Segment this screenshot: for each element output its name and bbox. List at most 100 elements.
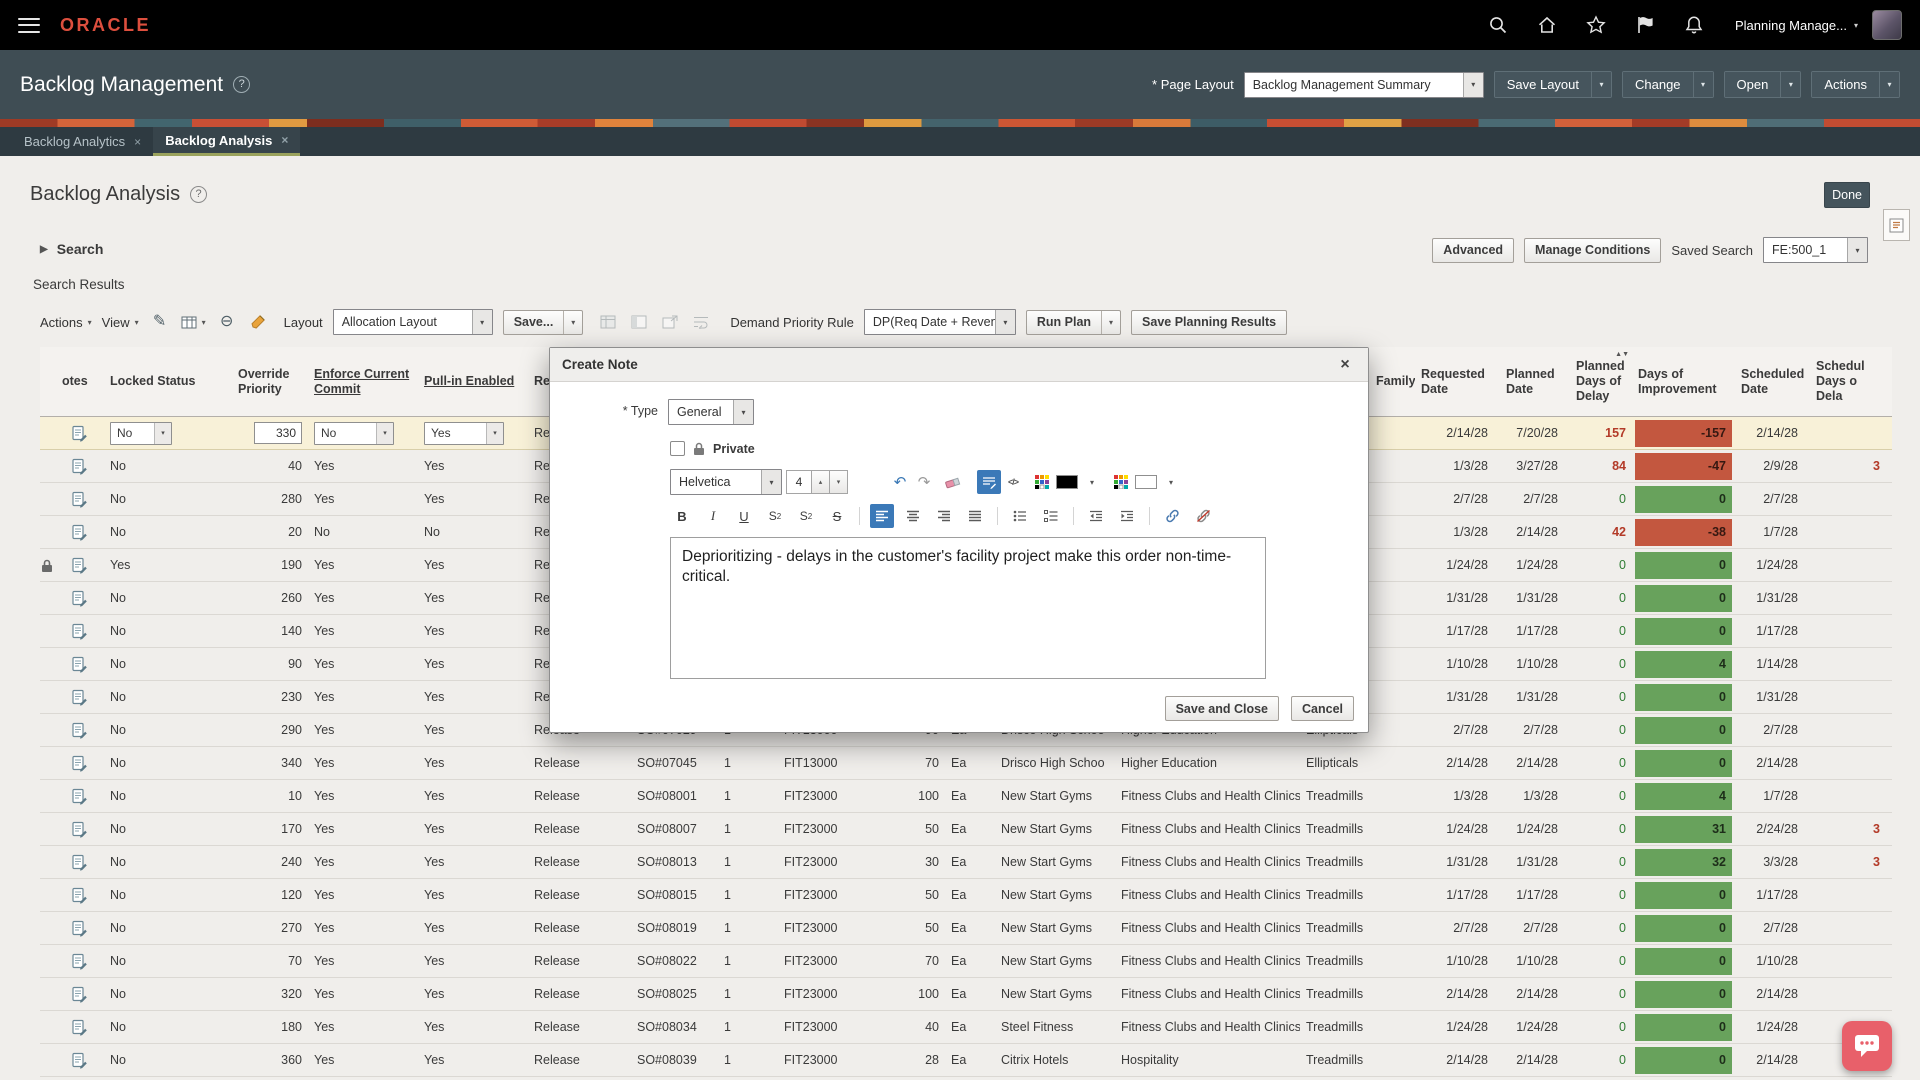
align-justify-button[interactable]	[963, 504, 987, 528]
search-icon[interactable]	[1487, 14, 1509, 36]
column-header-enforce[interactable]: Enforce Current Commit	[308, 347, 418, 416]
redo-button[interactable]: ↷	[912, 470, 936, 494]
background-color-swatch[interactable]	[1135, 475, 1157, 489]
format-columns-menu[interactable]: ▾	[181, 316, 206, 329]
remove-formatting-button[interactable]	[941, 470, 965, 494]
type-select[interactable]: General ▾	[668, 399, 754, 425]
note-icon[interactable]	[72, 590, 88, 607]
note-icon[interactable]	[72, 986, 88, 1003]
change-button[interactable]: Change ▾	[1622, 71, 1714, 98]
pull-in-select[interactable]: Yes▾	[424, 422, 504, 445]
italic-button[interactable]: I	[701, 504, 725, 528]
tab-backlog-analysis[interactable]: Backlog Analysis ×	[153, 127, 300, 156]
background-color-button[interactable]	[1109, 470, 1133, 494]
highlighter-icon[interactable]	[248, 311, 270, 333]
open-button[interactable]: Open ▾	[1724, 71, 1802, 98]
strikethrough-button[interactable]: S	[825, 504, 849, 528]
done-button[interactable]: Done	[1824, 182, 1870, 208]
table-row[interactable]: No70YesYesReleaseSO#080221FIT2300070EaNe…	[40, 945, 1892, 978]
bullet-list-button[interactable]	[1008, 504, 1032, 528]
table-row[interactable]: No170YesYesReleaseSO#080071FIT2300050EaN…	[40, 813, 1892, 846]
override-priority-input[interactable]	[254, 422, 302, 444]
underline-button[interactable]: U	[732, 504, 756, 528]
table-row[interactable]: No270YesYesReleaseSO#080191FIT2300050EaN…	[40, 912, 1892, 945]
note-icon[interactable]	[72, 656, 88, 673]
font-color-swatch[interactable]	[1056, 475, 1078, 489]
chevron-down-icon[interactable]: ▾	[1101, 311, 1120, 334]
user-menu[interactable]: Planning Manage... ▾	[1735, 18, 1858, 33]
locked-status-select[interactable]: No▾	[110, 422, 172, 445]
note-icon[interactable]	[72, 623, 88, 640]
note-icon[interactable]	[72, 557, 88, 574]
numbered-list-button[interactable]	[1039, 504, 1063, 528]
avatar[interactable]	[1872, 10, 1902, 40]
help-icon[interactable]: ?	[190, 186, 207, 203]
chevron-down-icon[interactable]: ▾	[1693, 72, 1713, 97]
note-icon[interactable]	[72, 953, 88, 970]
chat-button[interactable]	[1842, 1021, 1892, 1071]
align-center-button[interactable]	[901, 504, 925, 528]
manage-conditions-button[interactable]: Manage Conditions	[1524, 238, 1661, 263]
close-icon[interactable]: ×	[134, 135, 141, 149]
chevron-down-icon[interactable]: ▾	[1780, 72, 1800, 97]
note-icon[interactable]	[72, 755, 88, 772]
table-row[interactable]: No360YesYesReleaseSO#080391FIT2300028EaC…	[40, 1044, 1892, 1077]
actions-menu[interactable]: Actions ▾	[40, 315, 92, 330]
background-color-menu-button[interactable]: ▾	[1159, 470, 1183, 494]
table-row[interactable]: No120YesYesReleaseSO#080151FIT2300050EaN…	[40, 879, 1892, 912]
save-split-button[interactable]: Save... ▾	[503, 310, 584, 335]
note-icon[interactable]	[72, 458, 88, 475]
help-icon[interactable]: ?	[233, 76, 250, 93]
disclosure-icon[interactable]: ▶	[40, 244, 48, 255]
column-header-pullin[interactable]: Pull-in Enabled	[418, 347, 528, 416]
note-icon[interactable]	[72, 524, 88, 541]
note-icon[interactable]	[72, 788, 88, 805]
flag-icon[interactable]	[1634, 14, 1656, 36]
font-color-menu-button[interactable]: ▾	[1080, 470, 1104, 494]
search-section-header[interactable]: ▶ Search	[40, 241, 103, 257]
home-icon[interactable]	[1536, 14, 1558, 36]
notifications-icon[interactable]	[1683, 14, 1705, 36]
save-and-close-button[interactable]: Save and Close	[1165, 696, 1279, 721]
advanced-button[interactable]: Advanced	[1432, 238, 1514, 263]
sort-icon[interactable]: ▲▼	[1615, 351, 1629, 358]
enforce-commit-select[interactable]: No▾	[314, 422, 394, 445]
remove-link-button[interactable]	[1191, 504, 1215, 528]
menu-icon[interactable]	[18, 18, 40, 33]
undo-button[interactable]: ↶	[888, 470, 912, 494]
note-icon[interactable]	[72, 821, 88, 838]
increase-indent-button[interactable]	[1115, 504, 1139, 528]
private-checkbox[interactable]	[670, 441, 685, 456]
font-size-increase-button[interactable]: ▴	[812, 470, 830, 494]
note-icon[interactable]	[72, 491, 88, 508]
page-layout-select[interactable]: Backlog Management Summary ▾	[1244, 72, 1484, 98]
note-icon[interactable]	[72, 887, 88, 904]
table-row[interactable]: No240YesYesReleaseSO#080131FIT2300030EaN…	[40, 846, 1892, 879]
save-layout-button[interactable]: Save Layout ▾	[1494, 71, 1612, 98]
add-link-button[interactable]	[1160, 504, 1184, 528]
note-icon[interactable]	[72, 1052, 88, 1069]
favorites-icon[interactable]	[1585, 14, 1607, 36]
close-icon[interactable]: ×	[1334, 356, 1356, 374]
bold-button[interactable]: B	[670, 504, 694, 528]
chevron-down-icon[interactable]: ▾	[563, 311, 582, 334]
edit-icon[interactable]: ✎	[149, 311, 171, 333]
minus-circle-icon[interactable]: ⊖	[216, 311, 238, 333]
saved-search-select[interactable]: FE:500_1 ▾	[1763, 237, 1868, 263]
note-icon[interactable]	[72, 722, 88, 739]
chevron-down-icon[interactable]: ▾	[1591, 72, 1611, 97]
note-icon[interactable]	[72, 920, 88, 937]
font-family-select[interactable]: Helvetica ▾	[670, 469, 782, 495]
font-size-decrease-button[interactable]: ▾	[830, 470, 848, 494]
decrease-indent-button[interactable]	[1084, 504, 1108, 528]
save-planning-results-button[interactable]: Save Planning Results	[1131, 310, 1287, 335]
chevron-down-icon[interactable]: ▾	[1879, 72, 1899, 97]
layout-select[interactable]: Allocation Layout ▾	[333, 309, 493, 335]
note-text-area[interactable]: Deprioritizing - delays in the customer'…	[670, 537, 1266, 679]
table-row[interactable]: No340YesYesReleaseSO#070451FIT1300070EaD…	[40, 747, 1892, 780]
font-color-button[interactable]	[1030, 470, 1054, 494]
tab-backlog-analytics[interactable]: Backlog Analytics ×	[12, 127, 153, 156]
note-icon[interactable]	[72, 689, 88, 706]
subscript-button[interactable]: S2	[763, 504, 787, 528]
rich-text-mode-button[interactable]	[977, 470, 1001, 494]
